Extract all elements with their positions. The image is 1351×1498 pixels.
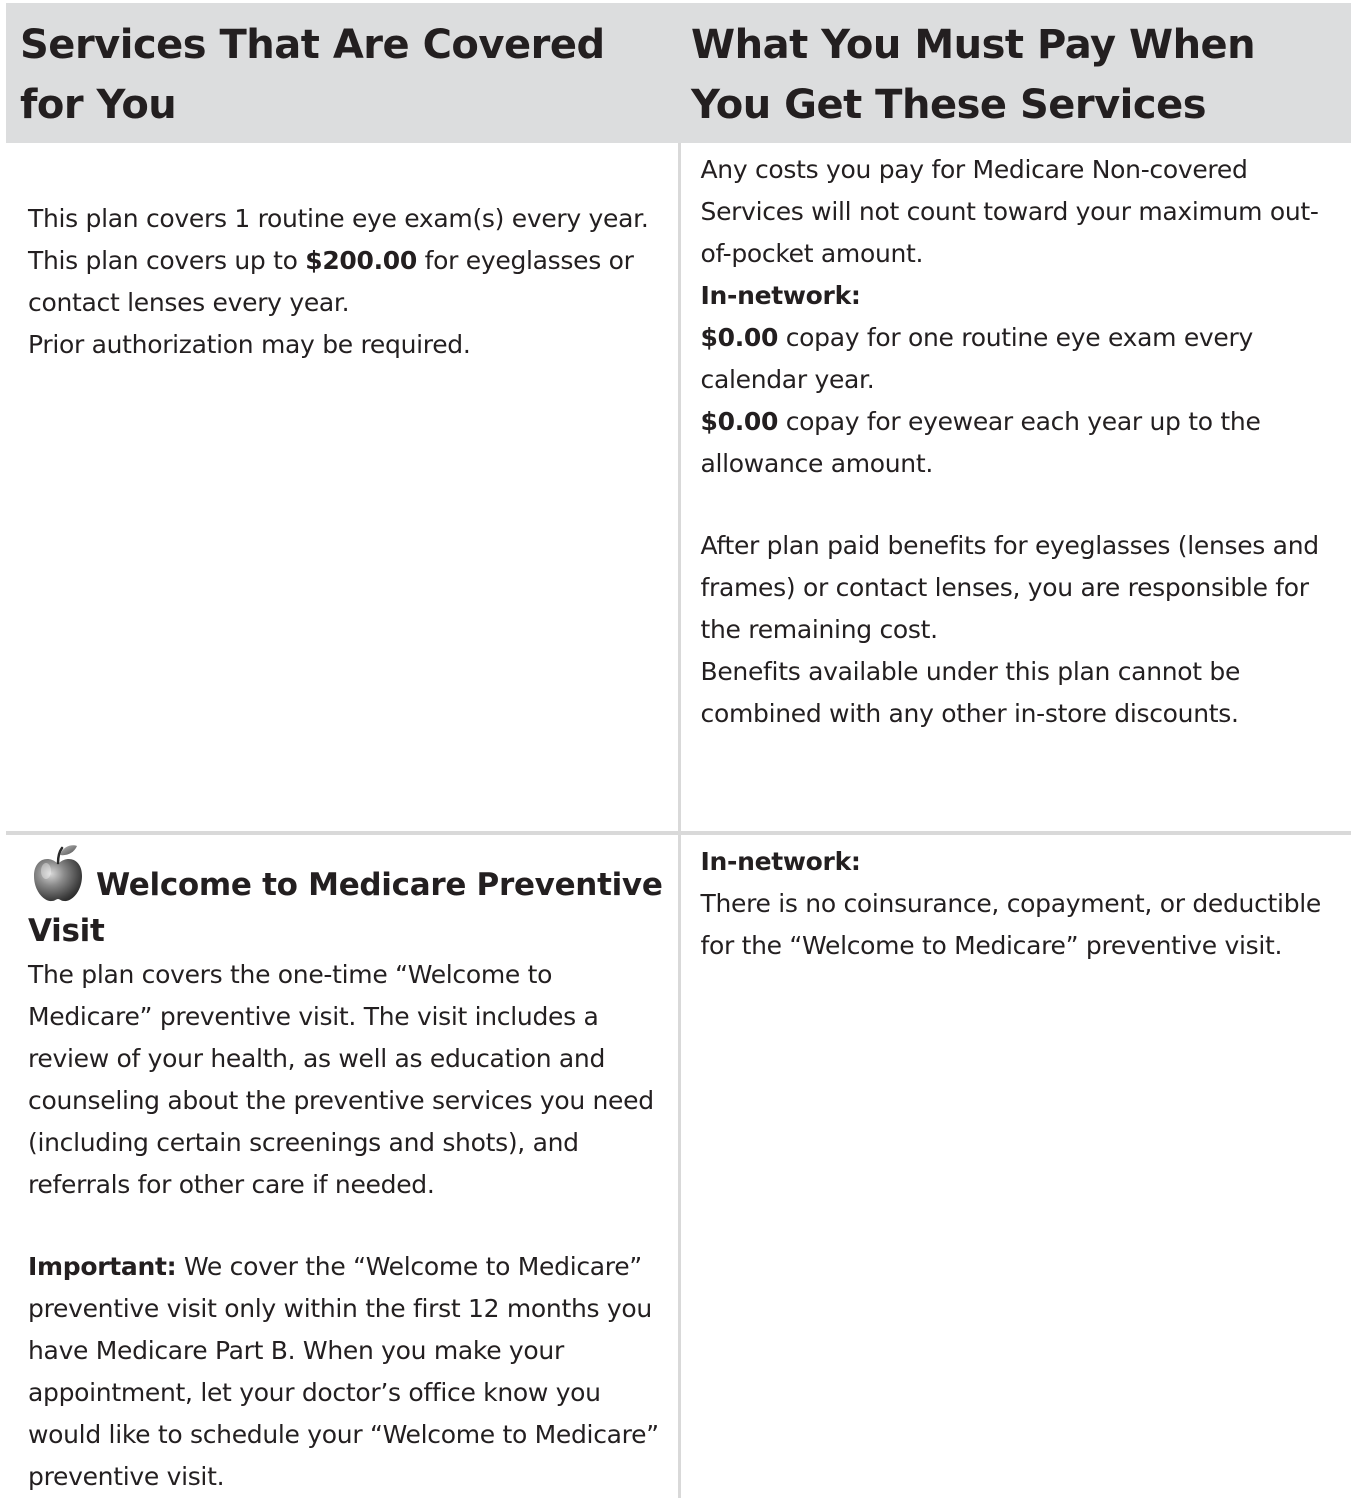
welcome-description: The plan covers the one-time “Welcome to… xyxy=(28,960,654,1199)
vision-exam-copay-amount: $0.00 xyxy=(700,323,779,352)
vision-eyewear-copay-text: copay for eyewear each year up to the al… xyxy=(700,407,1261,478)
vision-coverage-cell: This plan covers 1 routine eye exam(s) e… xyxy=(6,143,681,835)
benefits-table: Services That Are Covered for You What Y… xyxy=(6,3,1351,1498)
welcome-title: Welcome to Medicare Preventive Visit xyxy=(28,843,670,954)
welcome-important-label: Important: xyxy=(28,1252,177,1281)
welcome-important: Important: We cover the “Welcome to Medi… xyxy=(28,1246,670,1498)
vision-cost-cell: Any costs you pay for Medicare Non-cover… xyxy=(679,143,1351,835)
vision-discount-note: Benefits available under this plan canno… xyxy=(700,657,1241,728)
vision-exam-copay: $0.00 copay for one routine eye exam eve… xyxy=(701,317,1342,401)
vision-prior-auth: Prior authorization may be required. xyxy=(28,330,471,359)
vision-noncovered-note: Any costs you pay for Medicare Non-cover… xyxy=(700,155,1319,268)
table-row-welcome-visit: Welcome to Medicare Preventive Visit The… xyxy=(6,833,1351,1498)
vision-eyewear-coverage: This plan covers up to $200.00 for eyegl… xyxy=(28,240,670,324)
header-what-you-pay: What You Must Pay When You Get These Ser… xyxy=(679,3,1351,143)
vision-in-network-label: In-network: xyxy=(700,281,861,310)
vision-exam-copay-text: copay for one routine eye exam every cal… xyxy=(700,323,1254,394)
vision-remaining-cost: After plan paid benefits for eyeglasses … xyxy=(700,531,1320,644)
welcome-coverage-cell: Welcome to Medicare Preventive Visit The… xyxy=(6,833,681,1498)
vision-eyewear-copay: $0.00 copay for eyewear each year up to … xyxy=(701,401,1342,485)
vision-eyewear-copay-amount: $0.00 xyxy=(700,407,779,436)
vision-eyewear-amount: $200.00 xyxy=(305,246,418,275)
header-services-covered: Services That Are Covered for You xyxy=(6,3,679,143)
welcome-important-text: We cover the “Welcome to Medicare” preve… xyxy=(28,1252,659,1491)
vision-eyewear-pre: This plan covers up to xyxy=(28,246,306,275)
benefits-page: Services That Are Covered for You What Y… xyxy=(0,0,1351,1498)
welcome-in-network-label: In-network: xyxy=(700,847,861,876)
apple-icon xyxy=(30,843,86,903)
table-row-vision: This plan covers 1 routine eye exam(s) e… xyxy=(6,143,1351,835)
welcome-cost-cell: In-network: There is no coinsurance, cop… xyxy=(679,833,1351,1498)
vision-exam-coverage: This plan covers 1 routine eye exam(s) e… xyxy=(28,204,649,233)
welcome-cost-text: There is no coinsurance, copayment, or d… xyxy=(700,889,1322,960)
welcome-title-text: Welcome to Medicare Preventive Visit xyxy=(28,867,663,949)
table-header-row: Services That Are Covered for You What Y… xyxy=(6,3,1351,143)
